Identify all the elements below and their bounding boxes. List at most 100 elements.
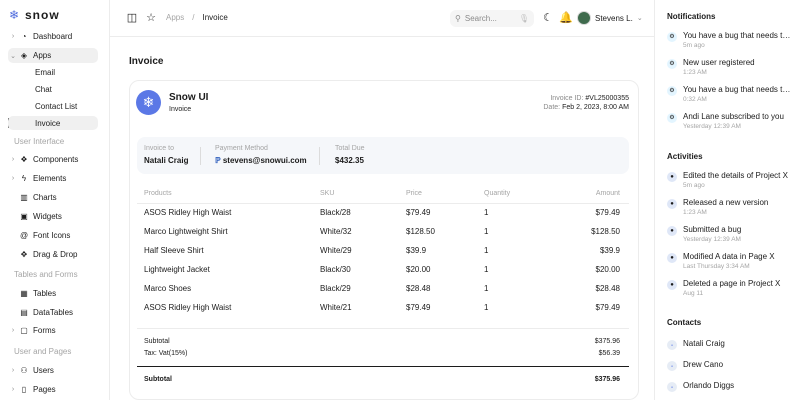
notification-icon: ⚙ [667, 32, 677, 42]
sidebar-item-charts[interactable]: ▥ Charts [8, 190, 98, 205]
total-due-label: Total Due [335, 145, 365, 152]
list-item-text: Modified A data in Page X [683, 252, 775, 261]
sidebar-item-drag-drop[interactable]: ✥ Drag & Drop [8, 247, 98, 262]
list-item-content: Drew Cano [683, 360, 793, 371]
list-item[interactable]: ● Drew Cano [667, 360, 792, 371]
breadcrumb-invoice: Invoice [202, 13, 228, 22]
sidebar-subitem-chat[interactable]: Chat [8, 82, 98, 96]
quantity: 1 [484, 303, 489, 312]
list-item-content: Modified A data in Page X Last Thursday 3… [683, 252, 793, 270]
price: $79.49 [406, 303, 431, 312]
invoice-date: Date: Feb 2, 2023, 8:00 AM [543, 104, 629, 111]
amount: $20.00 [595, 265, 620, 274]
sidebar-item-pages[interactable]: › ▯ Pages [8, 382, 98, 397]
payment-method-row: ℙ stevens@snowui.com [215, 156, 307, 165]
quantity: 1 [484, 265, 489, 274]
sku: Black/29 [320, 284, 351, 293]
chevron-right-icon: › [11, 33, 15, 40]
sidebar-subitem-invoice[interactable]: Invoice [8, 116, 98, 130]
section-label-pages: User and Pages [14, 347, 72, 356]
list-item-text: Edited the details of Project X [683, 171, 788, 180]
sidebar-item-components[interactable]: › ❖ Components [8, 152, 98, 167]
list-item[interactable]: ⚙ New user registered 1:23 AM [667, 58, 792, 76]
star-icon[interactable]: ☆ [145, 12, 157, 24]
list-item[interactable]: ● Orlando Diggs [667, 381, 792, 392]
page-title: Invoice [129, 56, 164, 67]
sidebar-item-label: Chat [35, 84, 52, 94]
users-icon: ⚇ [20, 366, 28, 375]
invoice-id-value: #VL25000355 [585, 95, 629, 102]
table-icon: ▦ [20, 289, 28, 298]
sidebar-item-forms[interactable]: › ▢ Forms [8, 323, 98, 338]
list-item-text: Orlando Diggs [683, 381, 735, 390]
search-box[interactable]: ⚲ 🎙 [450, 10, 534, 27]
sidebar-subitem-contact-list[interactable]: Contact List [8, 99, 98, 113]
dashboard-icon: ◔ [21, 32, 27, 41]
sidebar-item-users[interactable]: › ⚇ Users [8, 363, 98, 378]
list-item-content: Released a new version 1:23 AM [683, 198, 793, 216]
list-item-content: Edited the details of Project X 5m ago [683, 171, 793, 189]
layers-icon: ◈ [20, 51, 28, 60]
list-item-text: You have a bug that needs to be fixed [683, 31, 793, 40]
list-item-text: New user registered [683, 58, 755, 67]
price: $128.50 [406, 227, 435, 236]
list-item[interactable]: ● Modified A data in Page X Last Thursday … [667, 252, 792, 270]
list-item[interactable]: ● Submitted a bug Yesterday 12:39 AM [667, 225, 792, 243]
quantity: 1 [484, 227, 489, 236]
breadcrumb-separator: / [192, 13, 195, 22]
list-item[interactable]: ● Released a new version 1:23 AM [667, 198, 792, 216]
sku: Black/30 [320, 265, 351, 274]
sidebar-item-widgets[interactable]: ▣ Widgets [8, 209, 98, 224]
list-item[interactable]: ● Natali Craig [667, 339, 792, 350]
logo[interactable]: ❄ snow [9, 8, 60, 22]
bell-icon[interactable]: 🔔 [559, 12, 573, 24]
contact-avatar-icon: ● [667, 361, 677, 371]
tax-value: $56.39 [598, 350, 620, 357]
chevron-down-icon: ⌄ [10, 52, 16, 60]
sidebar-toggle-icon[interactable]: ◫ [126, 12, 138, 24]
sidebar-item-datatables[interactable]: ▤ DataTables [8, 305, 98, 320]
sku: Black/28 [320, 208, 351, 217]
product-name: ASOS Ridley High Waist [144, 303, 232, 312]
notifications-title: Notifications [667, 12, 716, 21]
sidebar-item-font-icons[interactable]: @ Font Icons [8, 228, 98, 243]
divider [200, 147, 201, 165]
sidebar-item-apps[interactable]: ⌄ ◈ Apps [8, 48, 98, 63]
amount: $39.9 [599, 246, 620, 255]
sidebar-item-label: Font Icons [33, 231, 71, 240]
list-item[interactable]: ⚙ Andi Lane subscribed to you Yesterday 12… [667, 112, 792, 130]
search-input[interactable] [464, 14, 515, 23]
list-item[interactable]: ⚙ You have a bug that needs to be fixed 0:… [667, 85, 793, 103]
quantity: 1 [484, 284, 489, 293]
invoice-date-value: Feb 2, 2023, 8:00 AM [562, 104, 629, 111]
price: $39.9 [406, 246, 427, 255]
moon-icon[interactable]: ☾ [542, 12, 554, 24]
sidebar-item-label: Invoice [35, 118, 61, 128]
header-divider [137, 203, 629, 204]
list-item-text: You have a bug that needs to be fixed [683, 85, 793, 94]
sidebar-item-tables[interactable]: ▦ Tables [8, 286, 98, 301]
sidebar-item-label: Components [33, 155, 79, 164]
grand-total-label: Subtotal [144, 376, 172, 383]
sidebar-item-label: Drag & Drop [33, 250, 78, 259]
user-menu[interactable]: Stevens L. ⌄ [577, 11, 643, 25]
amount: $79.49 [595, 208, 620, 217]
sidebar-item-elements[interactable]: › ϟ Elements [8, 171, 98, 186]
microphone-icon[interactable]: 🎙 [519, 14, 529, 23]
amount: $79.49 [595, 303, 620, 312]
sidebar-subitem-email[interactable]: Email [8, 65, 98, 79]
list-item-time: Yesterday 12:39 AM [683, 123, 741, 130]
invoice-card [129, 80, 639, 400]
notification-icon: ⚙ [667, 113, 677, 123]
product-name: Marco Shoes [144, 284, 192, 293]
grand-divider [137, 366, 629, 367]
list-item-content: New user registered 1:23 AM [683, 58, 793, 76]
list-item[interactable]: ● Deleted a page in Project X Aug 11 [667, 279, 792, 297]
list-item[interactable]: ⚙ You have a bug that needs to be fixed 5m… [667, 31, 793, 49]
chevron-right-icon: › [11, 386, 15, 393]
sku: White/29 [320, 246, 352, 255]
breadcrumb-apps[interactable]: Apps [166, 13, 184, 22]
list-item[interactable]: ● Edited the details of Project X 5m ago [667, 171, 792, 189]
sidebar-item-dashboard[interactable]: › ◔ Dashboard [8, 29, 98, 44]
logo-text: snow [25, 8, 60, 22]
